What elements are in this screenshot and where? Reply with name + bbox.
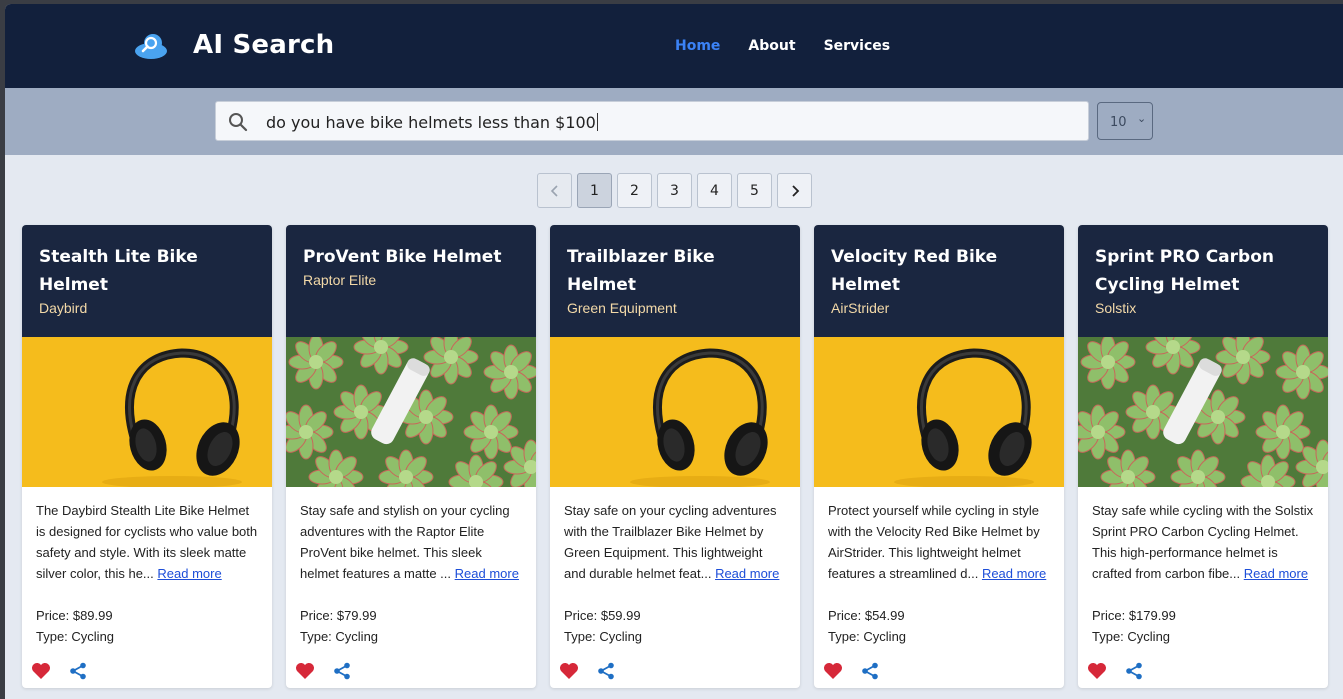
product-price: Price: $79.99 [300, 608, 377, 623]
prev-page-button[interactable] [537, 173, 572, 208]
product-card: ProVent Bike Helmet Raptor Elite Stay sa… [286, 225, 536, 688]
page-button-5[interactable]: 5 [737, 173, 772, 208]
nav-home-link[interactable]: Home [675, 38, 720, 54]
product-title[interactable]: ProVent Bike Helmet [303, 243, 520, 271]
chevron-down-icon: ⌄ [1137, 112, 1147, 125]
product-price: Price: $179.99 [1092, 608, 1176, 623]
read-more-link[interactable]: Read more [455, 566, 519, 581]
product-card: Sprint PRO Carbon Cycling Helmet Solstix… [1078, 225, 1328, 688]
share-icon[interactable] [597, 662, 615, 680]
succulent-image [1078, 337, 1328, 487]
product-description: Stay safe and stylish on your cycling ad… [300, 503, 519, 581]
product-type: Type: Cycling [1092, 629, 1171, 644]
page-button-2[interactable]: 2 [617, 173, 652, 208]
search-icon [229, 113, 248, 132]
top-navbar: AI Search Home About Services [5, 4, 1343, 88]
product-brand: Green Equipment [567, 300, 677, 316]
product-description: The Daybird Stealth Lite Bike Helmet is … [36, 503, 258, 581]
main-nav: Home About Services [675, 38, 890, 54]
headphones-image [550, 337, 800, 487]
product-title[interactable]: Velocity Red Bike Helmet [831, 243, 1048, 299]
cloud-search-logo-icon [135, 34, 167, 59]
product-description: Protect yourself while cycling in style … [828, 503, 1047, 581]
share-icon[interactable] [69, 662, 87, 680]
app-window: AI Search Home About Services do you hav… [5, 4, 1343, 699]
product-title[interactable]: Stealth Lite Bike Helmet [39, 243, 256, 299]
nav-services-link[interactable]: Services [824, 38, 891, 54]
product-card: Trailblazer Bike Helmet Green Equipment … [550, 225, 800, 688]
search-input[interactable]: do you have bike helmets less than $100 [215, 101, 1089, 141]
card-header: Stealth Lite Bike Helmet Daybird [22, 225, 272, 337]
card-header: Velocity Red Bike Helmet AirStrider [814, 225, 1064, 337]
share-icon[interactable] [333, 662, 351, 680]
results-per-page-value: 10 [1110, 115, 1127, 130]
product-type: Type: Cycling [36, 629, 115, 644]
next-page-button[interactable] [777, 173, 812, 208]
chevron-right-icon [791, 184, 799, 197]
headphones-image [22, 337, 272, 487]
heart-icon[interactable] [1087, 662, 1107, 680]
heart-icon[interactable] [295, 662, 315, 680]
text-cursor [596, 113, 598, 131]
product-description: Stay safe on your cycling adventures wit… [564, 503, 780, 581]
heart-icon[interactable] [31, 662, 51, 680]
product-type: Type: Cycling [564, 629, 643, 644]
card-header: ProVent Bike Helmet Raptor Elite [286, 225, 536, 337]
product-type: Type: Cycling [828, 629, 907, 644]
headphones-image [814, 337, 1064, 487]
product-title[interactable]: Sprint PRO Carbon Cycling Helmet [1095, 243, 1312, 299]
product-card: Velocity Red Bike Helmet AirStrider Prot… [814, 225, 1064, 688]
card-header: Sprint PRO Carbon Cycling Helmet Solstix [1078, 225, 1328, 337]
product-price: Price: $89.99 [36, 608, 113, 623]
product-title[interactable]: Trailblazer Bike Helmet [567, 243, 784, 299]
card-header: Trailblazer Bike Helmet Green Equipment [550, 225, 800, 337]
read-more-link[interactable]: Read more [1244, 566, 1308, 581]
heart-icon[interactable] [559, 662, 579, 680]
product-results: Stealth Lite Bike Helmet Daybird The Day… [22, 225, 1328, 688]
search-query-text[interactable]: do you have bike helmets less than $100 [266, 113, 598, 132]
share-icon[interactable] [1125, 662, 1143, 680]
brand-title: AI Search [193, 30, 335, 60]
read-more-link[interactable]: Read more [157, 566, 221, 581]
product-price: Price: $54.99 [828, 608, 905, 623]
chevron-left-icon [550, 184, 558, 197]
page-button-4[interactable]: 4 [697, 173, 732, 208]
results-per-page-select[interactable]: 10 ⌄ [1097, 102, 1153, 140]
product-brand: AirStrider [831, 300, 890, 316]
pagination: 1 2 3 4 5 [537, 173, 812, 208]
read-more-link[interactable]: Read more [982, 566, 1046, 581]
product-type: Type: Cycling [300, 629, 379, 644]
page-button-3[interactable]: 3 [657, 173, 692, 208]
nav-about-link[interactable]: About [748, 38, 795, 54]
product-price: Price: $59.99 [564, 608, 641, 623]
succulent-image [286, 337, 536, 487]
heart-icon[interactable] [823, 662, 843, 680]
product-brand: Raptor Elite [303, 272, 377, 288]
product-description: Stay safe while cycling with the Solstix… [1092, 503, 1314, 581]
page-button-1[interactable]: 1 [577, 173, 612, 208]
share-icon[interactable] [861, 662, 879, 680]
product-brand: Daybird [39, 300, 88, 316]
product-brand: Solstix [1095, 300, 1137, 316]
search-bar-section: do you have bike helmets less than $100 … [5, 88, 1343, 155]
product-card: Stealth Lite Bike Helmet Daybird The Day… [22, 225, 272, 688]
read-more-link[interactable]: Read more [715, 566, 779, 581]
